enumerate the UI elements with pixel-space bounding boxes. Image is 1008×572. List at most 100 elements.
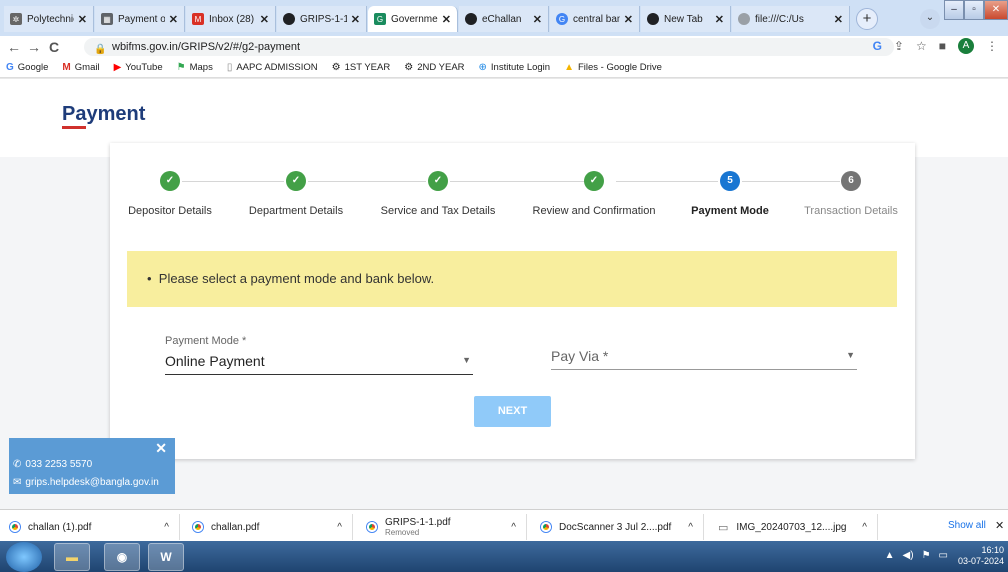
- minimize-button[interactable]: –: [944, 0, 964, 20]
- payment-mode-value[interactable]: Online Payment ▼: [165, 353, 473, 375]
- tab-new-tab[interactable]: New Tab ✕: [641, 6, 731, 32]
- step-connector: [182, 181, 284, 182]
- close-icon[interactable]: ✕: [715, 13, 724, 26]
- tab-grips[interactable]: GRIPS-1-1. ✕: [277, 6, 367, 32]
- avatar[interactable]: A: [958, 38, 974, 54]
- chrome-icon: [367, 522, 377, 532]
- step-check-icon: ✓: [160, 171, 180, 191]
- reload-icon[interactable]: C: [44, 39, 64, 55]
- chrome-taskbar-icon[interactable]: ◉: [104, 543, 140, 571]
- tab-strip: ✲ Polytechnic ✕ ▦ Payment of ✕ M Inbox (…: [0, 0, 1008, 36]
- download-item[interactable]: challan.pdf ^: [183, 514, 353, 540]
- step-pending-number: 6: [841, 171, 861, 191]
- close-icon[interactable]: ✕: [169, 13, 178, 26]
- bookmark-1st-year[interactable]: ⚙ 1ST YEAR: [332, 62, 391, 73]
- tab-title: Payment of: [118, 13, 165, 25]
- next-button[interactable]: NEXT: [474, 396, 551, 427]
- download-item[interactable]: ▭ IMG_20240703_12....jpg ^: [708, 514, 878, 540]
- close-icon[interactable]: ✕: [351, 13, 360, 26]
- tab-polytechnic[interactable]: ✲ Polytechnic ✕: [4, 6, 94, 32]
- pay-via-select[interactable]: Pay Via * ▼: [551, 348, 857, 370]
- tab-title: file:///C:/Us: [755, 13, 804, 25]
- close-icon[interactable]: ✕: [995, 519, 1004, 532]
- helpdesk-email[interactable]: ✉ grips.helpdesk@bangla.gov.in: [13, 477, 159, 488]
- back-arrow-icon[interactable]: ←: [4, 39, 24, 55]
- tab-government[interactable]: G Governmen ✕: [368, 6, 458, 32]
- site-icon: ▦: [101, 13, 113, 25]
- tab-payment[interactable]: ▦ Payment of ✕: [95, 6, 185, 32]
- tab-title: eChallan: [482, 13, 522, 25]
- close-window-button[interactable]: ✕: [984, 0, 1008, 20]
- close-icon[interactable]: ✕: [78, 13, 87, 26]
- downloads-bar: challan (1).pdf ^ challan.pdf ^ GRIPS-1-…: [0, 509, 1008, 541]
- bookmark-aapc[interactable]: ▯ AAPC ADMISSION: [227, 62, 318, 73]
- tab-title: Polytechnic: [27, 13, 74, 25]
- windows-taskbar: ▬ ◉ W ▲ ◀) ⚑ ▭ 16:10 03-07-2024: [0, 541, 1008, 572]
- tab-title: New Tab: [664, 13, 703, 25]
- payment-mode-select[interactable]: Payment Mode * Online Payment ▼: [165, 335, 473, 375]
- bookmark-institute-login[interactable]: ⊕ Institute Login: [479, 62, 551, 73]
- new-tab-button[interactable]: +: [856, 8, 878, 30]
- lock-icon: 🔒: [94, 44, 107, 55]
- sidepanel-icon[interactable]: ■: [939, 39, 946, 53]
- step-label: Depositor Details: [128, 205, 212, 217]
- chevron-up-icon[interactable]: ^: [862, 522, 867, 533]
- word-icon[interactable]: W: [148, 543, 184, 571]
- download-item[interactable]: GRIPS-1-1.pdf Removed ^: [357, 514, 527, 540]
- bookmark-gmail[interactable]: M Gmail: [62, 62, 99, 73]
- chevron-up-icon[interactable]: ^: [164, 522, 169, 533]
- close-icon[interactable]: ✕: [834, 13, 843, 26]
- government-site-icon: G: [374, 13, 386, 25]
- bookmark-youtube[interactable]: ▶ YouTube: [114, 62, 163, 73]
- download-item[interactable]: challan (1).pdf ^: [0, 514, 180, 540]
- clock[interactable]: 16:10 03-07-2024: [958, 545, 1004, 567]
- tab-title: central ban: [573, 13, 620, 25]
- payment-card: ✓ ✓ ✓ ✓ 5 6 Depositor Details Department…: [110, 143, 915, 459]
- google-icon: G: [556, 13, 568, 25]
- helpdesk-widget: ✕ ✆ 033 2253 5570 ✉ grips.helpdesk@bangl…: [9, 438, 175, 494]
- bookmark-star-icon[interactable]: ☆: [916, 39, 927, 53]
- close-icon[interactable]: ✕: [533, 13, 542, 26]
- chevron-up-icon[interactable]: ^: [511, 522, 516, 533]
- bookmark-2nd-year[interactable]: ⚙ 2ND YEAR: [404, 62, 464, 73]
- address-bar[interactable]: 🔒 wbifms.gov.in/GRIPS/v2/#/g2-payment: [84, 38, 894, 56]
- start-button[interactable]: [6, 542, 42, 572]
- chevron-up-icon[interactable]: ^: [688, 522, 693, 533]
- payment-mode-label: Payment Mode *: [165, 335, 247, 347]
- close-icon[interactable]: ✕: [442, 13, 451, 26]
- download-item[interactable]: DocScanner 3 Jul 2....pdf ^: [531, 514, 704, 540]
- close-icon[interactable]: ✕: [155, 440, 167, 457]
- notice-text: Please select a payment mode and bank be…: [158, 271, 435, 286]
- globe-icon: ✲: [10, 13, 22, 25]
- forward-arrow-icon[interactable]: →: [24, 39, 44, 55]
- tab-central-bank[interactable]: G central ban ✕: [550, 6, 640, 32]
- close-icon[interactable]: ✕: [624, 13, 633, 26]
- flag-icon[interactable]: ⚑: [922, 550, 931, 561]
- pay-via-field[interactable]: Pay Via * ▼: [551, 348, 857, 370]
- explorer-icon[interactable]: ▬: [54, 543, 90, 571]
- network-icon[interactable]: ▭: [939, 550, 948, 561]
- bookmark-drive[interactable]: ▲ Files - Google Drive: [564, 62, 662, 73]
- close-icon[interactable]: ✕: [260, 13, 269, 26]
- volume-icon[interactable]: ◀): [903, 550, 914, 561]
- menu-icon[interactable]: ⋮: [986, 39, 998, 53]
- bookmark-google[interactable]: G Google: [6, 62, 48, 73]
- drive-icon: ▲: [564, 62, 574, 73]
- up-arrow-icon[interactable]: ▲: [885, 550, 895, 561]
- google-lens-icon[interactable]: G: [873, 39, 882, 53]
- gmail-icon: M: [62, 62, 71, 73]
- chevron-up-icon[interactable]: ^: [337, 522, 342, 533]
- tab-title: Governmen: [391, 13, 438, 25]
- tab-search-icon[interactable]: ⌄: [920, 9, 940, 29]
- share-icon[interactable]: ⇪: [894, 39, 904, 53]
- helpdesk-phone[interactable]: ✆ 033 2253 5570: [13, 459, 92, 470]
- tab-inbox[interactable]: M Inbox (28) - ✕: [186, 6, 276, 32]
- bookmark-maps[interactable]: ⚑ Maps: [177, 62, 213, 73]
- chrome-icon: [10, 522, 20, 532]
- tab-echallan[interactable]: eChallan ✕: [459, 6, 549, 32]
- step-label: Department Details: [248, 205, 344, 217]
- step-connector: [616, 181, 718, 182]
- tab-file[interactable]: file:///C:/Us ✕: [732, 6, 850, 32]
- restore-button[interactable]: ▫: [964, 0, 984, 20]
- show-all-link[interactable]: Show all: [948, 520, 986, 531]
